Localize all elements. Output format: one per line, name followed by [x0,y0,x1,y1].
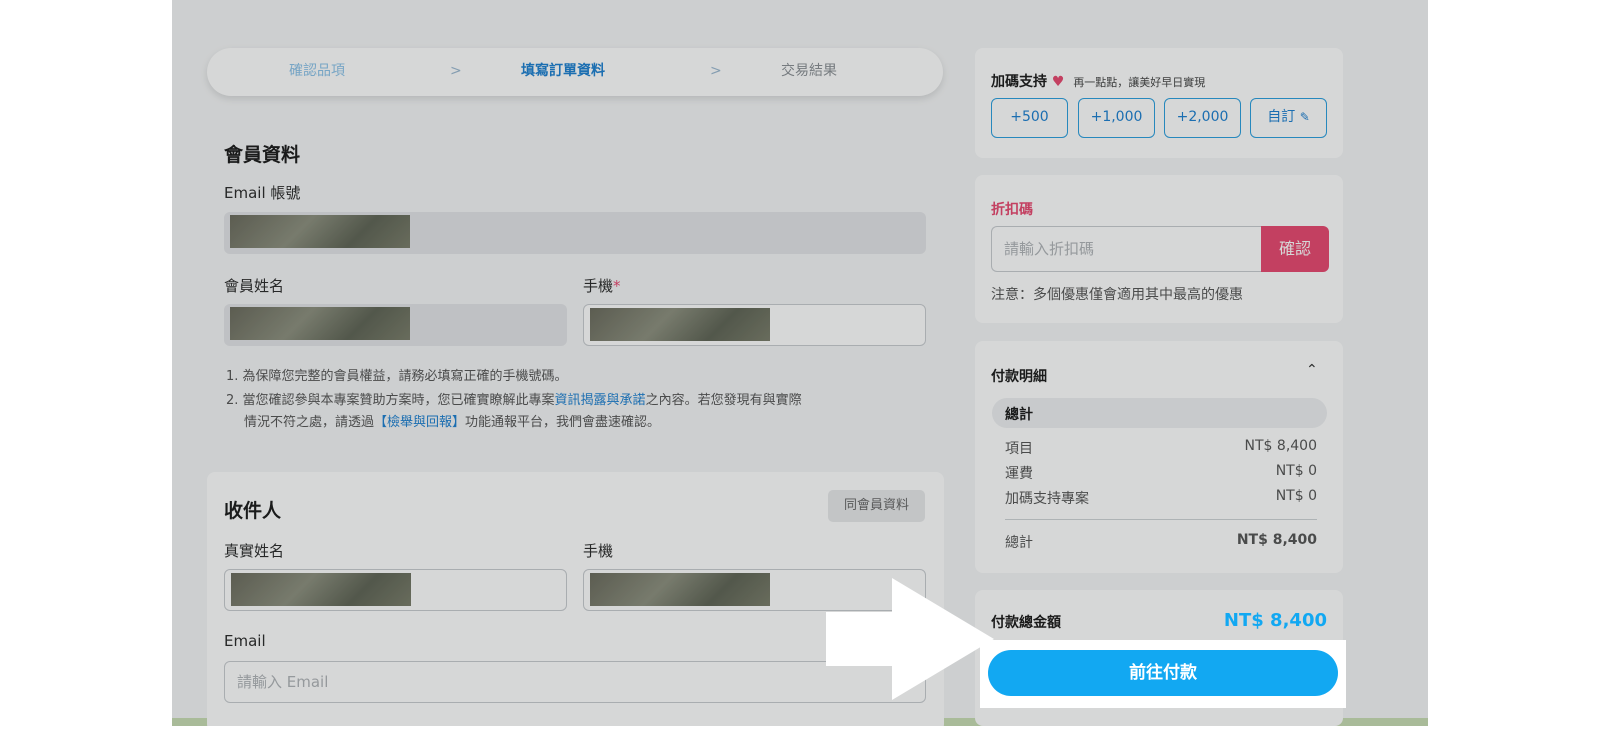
support-title-text: 加碼支持 [991,74,1047,90]
step-confirm-items[interactable]: 確認品項 [289,48,345,96]
coupon-confirm-button[interactable]: 確認 [1261,226,1329,272]
recipient-email-label: Email [224,632,266,650]
redacted-value [231,573,411,606]
row-value: NT$ 0 [1275,488,1317,504]
detail-row-shipping: 運費 NT$ 0 [1005,463,1317,483]
member-name-label: 會員姓名 [224,277,285,295]
note-text: 功能通報平台，我們會盡速確認。 [465,415,661,430]
row-value: NT$ 8,400 [1236,532,1317,548]
row-label: 運費 [1005,466,1033,482]
redacted-value [230,307,410,340]
step-result: 交易結果 [781,63,837,79]
member-phone-label: 手機* [583,275,621,296]
row-label: 總計 [1005,535,1033,551]
recipient-phone-label: 手機 [583,542,614,560]
chevron-up-icon[interactable]: ⌃ [1306,362,1318,378]
recipient-email-input[interactable]: 請輸入 Email [224,661,926,703]
support-subtitle: 再一點點，讓美好早日實現 [1073,76,1206,89]
redacted-value [590,308,770,341]
member-note-2: 2. 當您確認參與本專案贊助方案時，您已確實瞭解此專案資訊揭露與承諾之內容。若您… [226,390,926,434]
same-as-member-button[interactable]: 同會員資料 [828,490,925,522]
step-fill-order: 填寫訂單資料 [521,63,605,79]
detail-row-total: 總計 NT$ 8,400 [1005,532,1317,552]
note-text: 之內容。若您發現有與實際 [645,393,802,408]
member-name-field [224,304,567,346]
email-placeholder: 請輸入 Email [237,673,329,691]
row-value: NT$ 8,400 [1244,438,1317,454]
proceed-to-payment-button[interactable]: 前往付款 [988,650,1338,696]
pencil-icon: ✎ [1299,110,1310,124]
total-section-header [992,398,1327,428]
recipient-name-label: 真實姓名 [224,542,285,560]
checkout-total-label: 付款總金額 [991,615,1061,631]
custom-label: 自訂 [1267,109,1296,125]
chevron-right-icon: > [450,63,462,79]
member-phone-input[interactable] [583,304,926,346]
coupon-input[interactable]: 請輸入折扣碼 [991,226,1261,272]
coupon-note: 注意：多個優惠僅會適用其中最高的優惠 [991,287,1243,303]
required-mark: * [613,277,621,295]
member-email-field [224,212,926,254]
row-label: 加碼支持專案 [1005,491,1089,507]
chevron-right-icon: > [710,63,722,79]
checkout-page: 確認品項 > 填寫訂單資料 > 交易結果 會員資料 Email 帳號 會員姓名 … [0,0,1600,732]
divider [1005,519,1317,520]
coupon-title: 折扣碼 [991,202,1033,218]
support-amount-1000-button[interactable]: +1,000 [1078,98,1155,138]
detail-row-items: 項目 NT$ 8,400 [1005,438,1317,458]
heart-icon: ♥ [1051,74,1065,90]
left-margin [0,0,172,726]
checkout-total-value: NT$ 8,400 [1223,610,1327,631]
row-value: NT$ 0 [1275,463,1317,479]
support-title: 加碼支持 ♥ 再一點點，讓美好早日實現 [991,71,1205,91]
total-section-label: 總計 [1005,407,1033,423]
payment-detail-title: 付款明細 [991,369,1047,385]
member-phone-label-text: 手機 [583,277,614,295]
note-text: 情況不符之處，請透過 [244,415,375,430]
support-amount-500-button[interactable]: +500 [991,98,1068,138]
report-link[interactable]: 【檢舉與回報】 [374,415,465,430]
recipient-section-title: 收件人 [224,500,282,522]
member-email-label: Email 帳號 [224,184,301,202]
support-amount-2000-button[interactable]: +2,000 [1164,98,1241,138]
coupon-placeholder: 請輸入折扣碼 [1004,240,1095,258]
redacted-value [590,573,770,606]
recipient-name-input[interactable] [224,569,567,611]
right-margin [1428,0,1600,726]
arrow-right-icon [826,578,994,700]
redacted-value [230,215,410,248]
note-text: 2. 當您確認參與本專案贊助方案時，您已確實瞭解此專案 [226,393,555,408]
member-section-title: 會員資料 [224,144,301,166]
support-custom-button[interactable]: 自訂 ✎ [1250,98,1327,138]
row-label: 項目 [1005,441,1033,457]
checkout-stepper: 確認品項 > 填寫訂單資料 > 交易結果 [207,48,943,96]
member-note-1: 1. 為保障您完整的會員權益，請務必填寫正確的手機號碼。 [226,369,568,384]
detail-row-support: 加碼支持專案 NT$ 0 [1005,488,1317,508]
disclosure-link[interactable]: 資訊揭露與承諾 [555,393,646,408]
